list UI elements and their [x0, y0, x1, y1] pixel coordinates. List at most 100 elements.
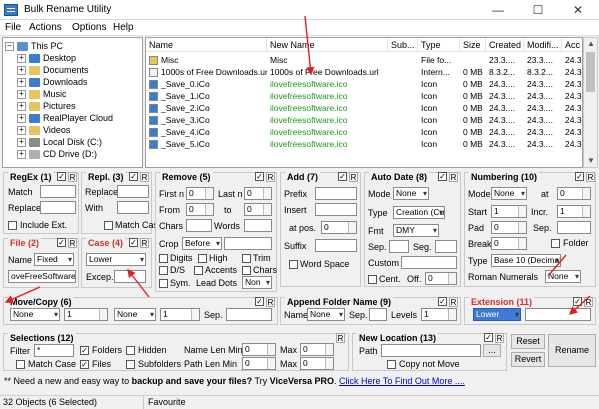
move-copy-sep-input[interactable]: [226, 308, 272, 321]
suffix-input[interactable]: [315, 239, 357, 252]
tree-item-realplayer-cloud[interactable]: + RealPlayer Cloud: [17, 112, 113, 124]
expand-icon[interactable]: +: [17, 66, 26, 76]
close-button[interactable]: ✕: [558, 0, 598, 20]
maximize-button[interactable]: ☐: [518, 0, 558, 20]
accents-checkbox[interactable]: [194, 266, 203, 275]
expand-icon[interactable]: +: [17, 54, 26, 64]
num-incr-spinner[interactable]: 1: [557, 205, 591, 218]
move-copy-mode1-dropdown[interactable]: None: [10, 308, 60, 321]
replace-input[interactable]: [117, 185, 149, 198]
include-ext-checkbox[interactable]: [8, 221, 17, 230]
file-row[interactable]: _Save_3.iCo ilovefreesoftware.ico Icon 0 MB…: [146, 114, 582, 126]
trim-checkbox[interactable]: [242, 254, 251, 263]
tree-item-this-pc[interactable]: – This PC: [5, 40, 63, 52]
numbering-reset-button[interactable]: R: [586, 172, 595, 182]
move-copy-count2-spinner[interactable]: 1: [160, 308, 200, 321]
append-folder-enable-checkbox[interactable]: ✓: [438, 297, 447, 306]
scroll-down-icon[interactable]: ▼: [587, 156, 595, 165]
file-enable-checkbox[interactable]: ✓: [57, 238, 66, 247]
column-size[interactable]: Size: [460, 38, 486, 52]
first-n-spinner[interactable]: 0: [186, 187, 214, 200]
files-checkbox[interactable]: ✓: [80, 360, 89, 369]
move-copy-enable-checkbox[interactable]: ✓: [255, 297, 264, 306]
column-new-name[interactable]: New Name: [267, 38, 388, 52]
num-type-dropdown[interactable]: Base 10 (Decimal): [491, 254, 561, 267]
file-name-input[interactable]: oveFreeSoftware: [8, 270, 76, 283]
extension-reset-button[interactable]: R: [584, 297, 593, 307]
hidden-checkbox[interactable]: [126, 346, 135, 355]
words-input[interactable]: [244, 219, 272, 232]
last-n-spinner[interactable]: 0: [244, 187, 272, 200]
date-custom-input[interactable]: [401, 256, 457, 269]
date-sep-input[interactable]: [389, 240, 409, 253]
num-at-spinner[interactable]: 0: [557, 187, 591, 200]
expand-icon[interactable]: +: [17, 114, 26, 124]
sym-checkbox[interactable]: [159, 279, 168, 288]
with-input[interactable]: [117, 201, 149, 214]
column-created[interactable]: Created: [486, 38, 524, 52]
add-enable-checkbox[interactable]: ✓: [338, 172, 347, 181]
file-list-scrollbar[interactable]: ▲ ▼: [583, 37, 598, 168]
tree-item-videos[interactable]: + Videos: [17, 124, 70, 136]
num-pad-spinner[interactable]: 0: [491, 221, 527, 234]
tree-item-pictures[interactable]: + Pictures: [17, 100, 76, 112]
lead-dots-dropdown[interactable]: Non: [242, 276, 272, 289]
chars-checkbox[interactable]: [242, 266, 251, 275]
to-spinner[interactable]: 0: [244, 203, 272, 216]
tree-item-local-disk[interactable]: + Local Disk (C:): [17, 136, 102, 148]
folder-checkbox[interactable]: [551, 239, 560, 248]
scroll-up-icon[interactable]: ▲: [587, 39, 595, 48]
high-checkbox[interactable]: [198, 254, 207, 263]
crop-dropdown[interactable]: Before: [182, 237, 222, 250]
file-name-dropdown[interactable]: Fixed: [34, 253, 74, 266]
at-pos-spinner[interactable]: 0: [321, 221, 357, 234]
column-type[interactable]: Type: [418, 38, 460, 52]
tree-item-downloads[interactable]: + Downloads: [17, 76, 88, 88]
append-sep-input[interactable]: [369, 308, 387, 321]
regex-reset-button[interactable]: R: [68, 172, 77, 182]
extension-input[interactable]: [525, 308, 591, 321]
word-space-checkbox[interactable]: [289, 260, 298, 269]
column-sub[interactable]: Sub...: [388, 38, 418, 52]
crop-input[interactable]: [224, 237, 272, 250]
date-type-dropdown[interactable]: Creation (Cur: [393, 206, 445, 219]
expand-icon[interactable]: +: [17, 90, 26, 100]
selections-match-case-checkbox[interactable]: [16, 360, 25, 369]
browse-button[interactable]: ...: [483, 344, 501, 357]
folder-tree[interactable]: – This PC + Desktop + Documents + Downloads …: [2, 37, 143, 168]
menu-actions[interactable]: Actions: [29, 22, 62, 33]
date-fmt-dropdown[interactable]: DMY: [393, 224, 439, 237]
date-mode-dropdown[interactable]: None: [393, 187, 429, 200]
date-seg-input[interactable]: [435, 240, 457, 253]
remove-enable-checkbox[interactable]: ✓: [255, 172, 264, 181]
add-reset-button[interactable]: R: [349, 172, 358, 182]
from-spinner[interactable]: 0: [186, 203, 214, 216]
menu-file[interactable]: File: [5, 22, 21, 33]
replace-reset-button[interactable]: R: [140, 172, 149, 182]
path-input[interactable]: [381, 344, 481, 357]
file-row[interactable]: _Save_0.iCo ilovefreesoftware.ico Icon 0 MB…: [146, 78, 582, 90]
column-modified[interactable]: Modifi...: [524, 38, 562, 52]
file-list[interactable]: Name New Name Sub... Type Size Created M…: [145, 37, 583, 168]
move-copy-reset-button[interactable]: R: [266, 297, 275, 307]
tree-item-cd-drive[interactable]: + CD Drive (D:): [17, 148, 97, 160]
tree-item-desktop[interactable]: + Desktop: [17, 52, 76, 64]
scroll-thumb[interactable]: [586, 52, 595, 92]
copy-not-move-checkbox[interactable]: [387, 360, 396, 369]
append-folder-reset-button[interactable]: R: [449, 297, 458, 307]
num-start-spinner[interactable]: 1: [491, 205, 527, 218]
file-row[interactable]: Misc Misc File fo... 23.3.... 23.3.... 24.3.: [146, 54, 582, 66]
menu-options[interactable]: Options: [72, 22, 106, 33]
path-len-min-spinner[interactable]: 0: [242, 357, 276, 370]
file-row[interactable]: _Save_5.iCo ilovefreesoftware.ico Icon 0 MB…: [146, 138, 582, 150]
name-len-min-spinner[interactable]: 0: [242, 343, 276, 356]
prefix-input[interactable]: [315, 187, 357, 200]
replace-enable-checkbox[interactable]: ✓: [129, 172, 138, 181]
menu-help[interactable]: Help: [113, 22, 134, 33]
expand-icon[interactable]: +: [17, 126, 26, 136]
move-copy-mode2-dropdown[interactable]: None: [114, 308, 156, 321]
rename-button[interactable]: Rename: [548, 334, 596, 367]
file-row[interactable]: _Save_2.iCo ilovefreesoftware.ico Icon 0 MB…: [146, 102, 582, 114]
folders-checkbox[interactable]: ✓: [80, 346, 89, 355]
name-max-spinner[interactable]: 0: [300, 343, 334, 356]
